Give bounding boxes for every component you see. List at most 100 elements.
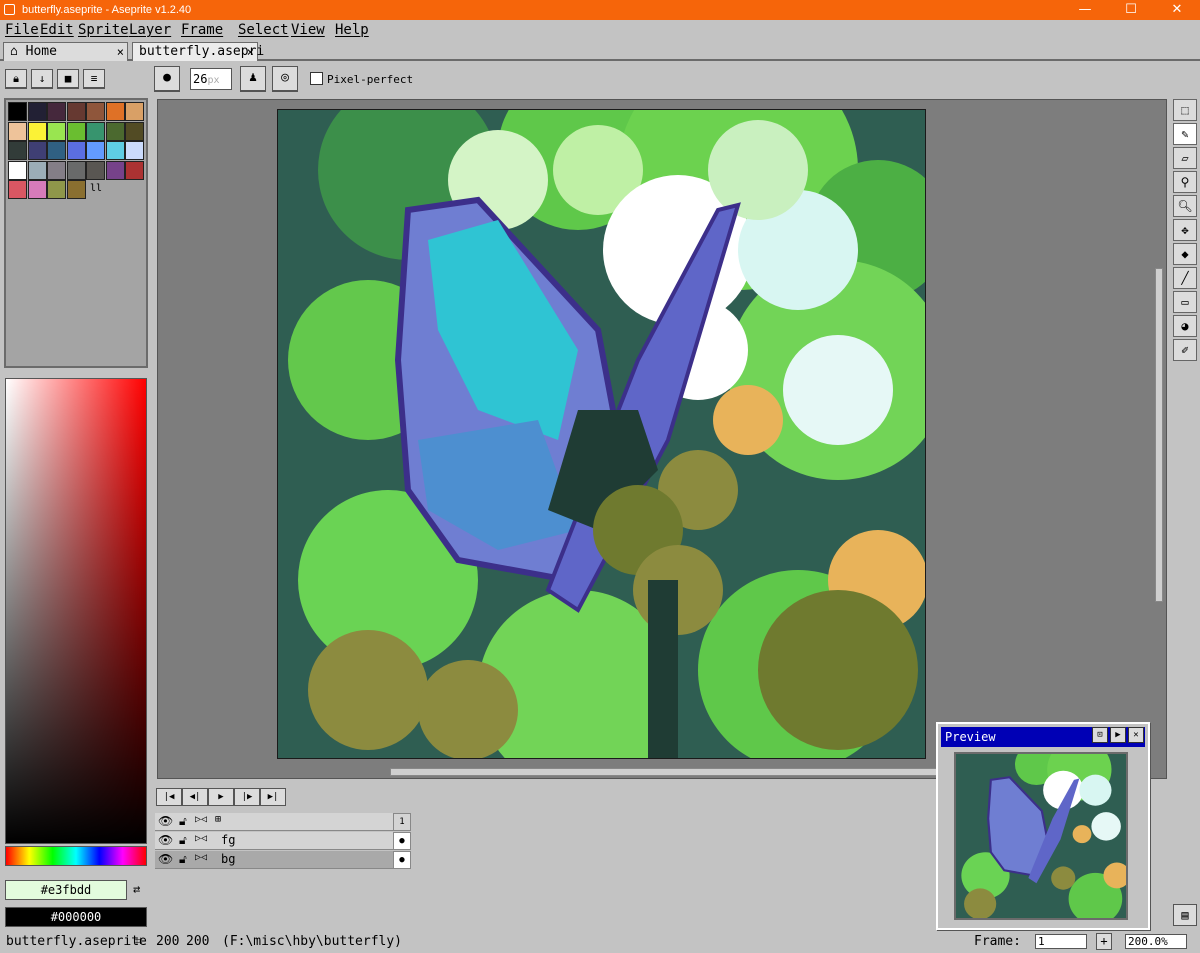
- rectangle-icon[interactable]: ▭: [1173, 291, 1197, 313]
- menu-icon[interactable]: ≡: [83, 69, 105, 89]
- next-frame-button[interactable]: |▶: [234, 788, 260, 806]
- layer-row-bg[interactable]: 👁︎ 🔓︎ ▷◁ bg: [155, 851, 411, 869]
- preview-close-icon[interactable]: ✕: [1128, 727, 1144, 743]
- background-color[interactable]: #000000: [5, 907, 147, 927]
- sprite-canvas[interactable]: [277, 109, 926, 759]
- menu-edit[interactable]: Edit: [40, 22, 74, 38]
- marquee-icon[interactable]: ⬚: [1173, 99, 1197, 121]
- palette-swatch[interactable]: [66, 160, 86, 180]
- palette-swatch[interactable]: [105, 141, 125, 160]
- palette-swatch[interactable]: [66, 141, 86, 160]
- arrow-down-icon[interactable]: ↓: [31, 69, 53, 89]
- layer-row-fg[interactable]: 👁︎ 🔓︎ ▷◁ fg: [155, 832, 411, 850]
- palette-swatch[interactable]: [125, 102, 144, 121]
- palette-swatch[interactable]: [125, 141, 144, 160]
- palette-swatch[interactable]: [86, 121, 105, 141]
- palette-swatch[interactable]: [8, 102, 27, 121]
- pixel-perfect-checkbox[interactable]: [310, 72, 323, 85]
- palette-swatch[interactable]: [86, 141, 105, 160]
- eye-icon[interactable]: 👁︎: [158, 833, 173, 847]
- ink-icon[interactable]: ♟: [240, 66, 266, 92]
- eyedropper-icon[interactable]: ⚲: [1173, 171, 1197, 193]
- last-frame-button[interactable]: ▶|: [260, 788, 286, 806]
- preview-window[interactable]: Preview ⊡ ▶ ✕: [936, 722, 1150, 930]
- pencil-icon[interactable]: ✎: [1173, 123, 1197, 145]
- menu-select[interactable]: Select: [238, 22, 289, 38]
- palette-swatch[interactable]: [66, 102, 86, 121]
- palette-swatch[interactable]: [27, 141, 47, 160]
- palette-swatch[interactable]: [105, 102, 125, 121]
- tab-home[interactable]: ⌂ Home ×: [3, 42, 128, 61]
- vertical-scrollbar[interactable]: [1155, 268, 1163, 602]
- preview-mode-icon[interactable]: ⊡: [1092, 727, 1108, 743]
- menu-sprite[interactable]: Sprite: [78, 22, 129, 38]
- eraser-icon[interactable]: ▱: [1173, 147, 1197, 169]
- tab-butterfly[interactable]: butterfly.asepri ×: [132, 42, 264, 61]
- palette-swatch[interactable]: [27, 180, 47, 199]
- menu-layer[interactable]: Layer: [129, 22, 171, 38]
- stop-icon[interactable]: ■: [57, 69, 79, 89]
- horizontal-scrollbar[interactable]: [390, 768, 950, 776]
- palette-swatch[interactable]: [27, 121, 47, 141]
- close-button[interactable]: ✕: [1154, 0, 1200, 20]
- palette-swatch[interactable]: [8, 160, 27, 180]
- continuous-icon[interactable]: ▷◁: [195, 814, 207, 825]
- lock-icon[interactable]: 🔓︎: [179, 814, 187, 829]
- palette-swatch[interactable]: [8, 121, 27, 141]
- tab-close-icon[interactable]: ×: [247, 43, 254, 61]
- palette-resize-handle[interactable]: ll: [90, 183, 102, 194]
- move-icon[interactable]: ✥: [1173, 219, 1197, 241]
- palette-swatch[interactable]: [27, 102, 47, 121]
- line-icon[interactable]: ╱: [1173, 267, 1197, 289]
- foreground-color[interactable]: #e3fbdd: [5, 880, 127, 900]
- eye-icon[interactable]: 👁︎: [158, 814, 173, 828]
- maximize-button[interactable]: ☐: [1108, 0, 1154, 20]
- cel-fg[interactable]: ●: [393, 832, 411, 850]
- add-frame-button[interactable]: +: [1096, 933, 1112, 950]
- menu-view[interactable]: View: [291, 22, 325, 38]
- minimize-button[interactable]: —: [1062, 0, 1108, 20]
- frame-field[interactable]: 1: [1035, 934, 1087, 949]
- tab-close-icon[interactable]: ×: [117, 43, 124, 61]
- palette-swatch[interactable]: [47, 180, 66, 199]
- menu-frame[interactable]: Frame: [181, 22, 223, 38]
- zoom-icon[interactable]: 🔍︎: [1173, 195, 1197, 217]
- bucket-icon[interactable]: ◆: [1173, 243, 1197, 265]
- play-button[interactable]: ▶: [208, 788, 234, 806]
- hue-slider[interactable]: [5, 846, 147, 866]
- frame-header[interactable]: 1: [393, 813, 411, 831]
- palette-swatch[interactable]: [66, 180, 86, 199]
- palette-swatch[interactable]: [47, 121, 66, 141]
- timeline-toggle-icon[interactable]: ▤: [1173, 904, 1197, 926]
- unlock-icon[interactable]: 🔓︎: [179, 852, 187, 867]
- swap-colors-icon[interactable]: ⇄: [133, 882, 140, 896]
- pressure-icon[interactable]: ◎: [272, 66, 298, 92]
- palette-swatch[interactable]: [86, 102, 105, 121]
- brush-size-field[interactable]: 26px: [190, 68, 232, 90]
- blur-icon[interactable]: ✐: [1173, 339, 1197, 361]
- continuous-icon[interactable]: ▷◁: [195, 852, 207, 863]
- palette-swatch[interactable]: [86, 160, 105, 180]
- palette-swatch[interactable]: [66, 121, 86, 141]
- layers-icon[interactable]: ⊞: [215, 814, 221, 825]
- palette-swatch[interactable]: [8, 141, 27, 160]
- first-frame-button[interactable]: |◀: [156, 788, 182, 806]
- preview-play-icon[interactable]: ▶: [1110, 727, 1126, 743]
- eye-icon[interactable]: 👁︎: [158, 852, 173, 866]
- palette-swatch[interactable]: [125, 121, 144, 141]
- unlock-icon[interactable]: 🔓︎: [179, 833, 187, 848]
- menu-file[interactable]: File: [5, 22, 39, 38]
- continuous-icon[interactable]: ▷◁: [195, 833, 207, 844]
- contour-icon[interactable]: ◕: [1173, 315, 1197, 337]
- palette-swatch[interactable]: [105, 160, 125, 180]
- palette-swatch[interactable]: [47, 141, 66, 160]
- palette-swatch[interactable]: [8, 180, 27, 199]
- palette-swatch[interactable]: [125, 160, 144, 180]
- color-spectrum[interactable]: [5, 378, 147, 844]
- menu-help[interactable]: Help: [335, 22, 369, 38]
- prev-frame-button[interactable]: ◀|: [182, 788, 208, 806]
- palette-swatch[interactable]: [47, 160, 66, 180]
- palette-swatch[interactable]: [27, 160, 47, 180]
- zoom-field[interactable]: 200.0%: [1125, 934, 1187, 949]
- palette-swatch[interactable]: [47, 102, 66, 121]
